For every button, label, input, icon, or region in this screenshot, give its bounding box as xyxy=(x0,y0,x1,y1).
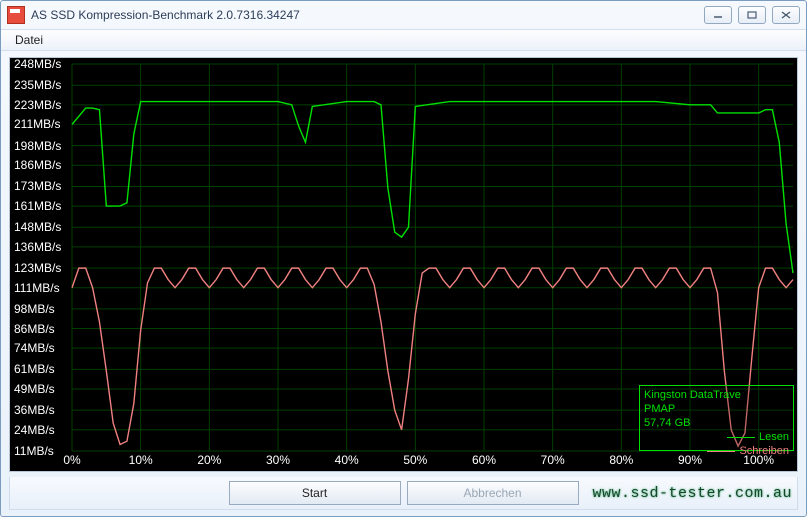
start-button[interactable]: Start xyxy=(229,481,401,505)
legend-write-swatch xyxy=(707,451,735,452)
legend: Kingston DataTrave PMAP 57,74 GB Lesen S… xyxy=(639,385,794,451)
legend-write-label: Schreiben xyxy=(739,444,789,458)
titlebar: AS SSD Kompression-Benchmark 2.0.7316.34… xyxy=(1,1,806,29)
legend-device: Kingston DataTrave xyxy=(644,388,789,402)
window-title: AS SSD Kompression-Benchmark 2.0.7316.34… xyxy=(31,8,704,22)
maximize-button[interactable] xyxy=(738,6,766,24)
menu-file[interactable]: Datei xyxy=(9,31,49,49)
cancel-button: Abbrechen xyxy=(407,481,579,505)
legend-read-swatch xyxy=(727,437,755,438)
minimize-icon xyxy=(713,11,723,19)
menubar: Datei xyxy=(1,29,806,51)
watermark: www.ssd-tester.com.au xyxy=(592,485,792,502)
app-window: AS SSD Kompression-Benchmark 2.0.7316.34… xyxy=(0,0,807,517)
legend-capacity: 57,74 GB xyxy=(644,416,789,430)
legend-read-label: Lesen xyxy=(759,430,789,444)
minimize-button[interactable] xyxy=(704,6,732,24)
legend-write: Schreiben xyxy=(644,444,789,458)
close-icon xyxy=(781,11,791,19)
maximize-icon xyxy=(747,11,757,19)
window-controls xyxy=(704,6,800,24)
legend-device-line2: PMAP xyxy=(644,402,789,416)
legend-read: Lesen xyxy=(644,430,789,444)
chart-panel: 248MB/s235MB/s223MB/s211MB/s198MB/s186MB… xyxy=(9,57,798,472)
app-icon xyxy=(7,6,25,24)
close-button[interactable] xyxy=(772,6,800,24)
